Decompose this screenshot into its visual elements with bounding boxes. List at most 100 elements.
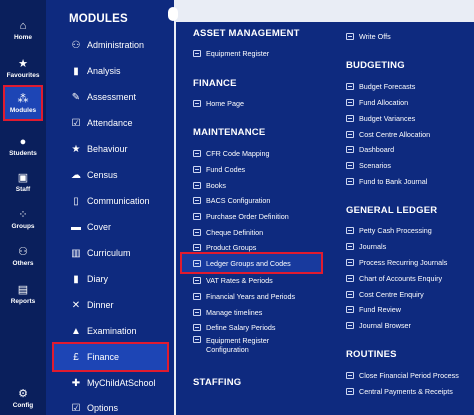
modules-panel: MODULES ⚇ Administration ▮ Analysis ✎ As… bbox=[46, 0, 174, 415]
menu-item-icon bbox=[346, 32, 354, 40]
link-central-payments-receipts[interactable]: Central Payments & Receipts bbox=[346, 385, 453, 397]
link-fund-to-bank-journal[interactable]: Fund to Bank Journal bbox=[346, 175, 427, 187]
link-budget-variances[interactable]: Budget Variances bbox=[346, 112, 415, 124]
menu-item-icon bbox=[193, 228, 201, 236]
menu-item-icon bbox=[346, 290, 354, 298]
link-dashboard[interactable]: Dashboard bbox=[346, 143, 394, 155]
link-label: Product Groups bbox=[206, 242, 257, 252]
rail-others[interactable]: ⚇ Others bbox=[0, 238, 46, 274]
rail-config[interactable]: ⚙ Config bbox=[0, 380, 46, 415]
link-fund-review[interactable]: Fund Review bbox=[346, 303, 401, 315]
link-manage-timelines[interactable]: Manage timelines bbox=[193, 306, 262, 318]
link-close-financial-period-process[interactable]: Close Financial Period Process bbox=[346, 369, 459, 381]
link-financial-years-periods[interactable]: Financial Years and Periods bbox=[193, 290, 295, 302]
module-attendance[interactable]: ☑ Attendance bbox=[68, 114, 133, 132]
groups-icon: ⁘ bbox=[18, 208, 28, 221]
link-label: Manage timelines bbox=[206, 307, 263, 317]
module-label: Finance bbox=[87, 352, 120, 362]
link-label: Equipment Register Configuration bbox=[206, 336, 270, 354]
module-analysis[interactable]: ▮ Analysis bbox=[68, 62, 121, 80]
panel-resize-handle[interactable] bbox=[168, 7, 178, 21]
link-label: Dashboard bbox=[359, 144, 395, 154]
rail-favourites[interactable]: ★ Favourites bbox=[0, 50, 46, 86]
home-icon: ⌂ bbox=[19, 19, 27, 32]
module-behaviour[interactable]: ★ Behaviour bbox=[68, 140, 128, 158]
link-budget-forecasts[interactable]: Budget Forecasts bbox=[346, 80, 415, 92]
section-staffing: STAFFING bbox=[193, 377, 242, 388]
link-label: Scenarios bbox=[359, 160, 391, 170]
module-curriculum[interactable]: ▥ Curriculum bbox=[68, 244, 130, 262]
star-icon: ★ bbox=[71, 143, 81, 155]
rail-label: Favourites bbox=[6, 71, 40, 79]
rail-students[interactable]: ● Students bbox=[0, 128, 46, 164]
link-chart-of-accounts-enquiry[interactable]: Chart of Accounts Enquiry bbox=[346, 272, 442, 284]
pen-icon: ✎ bbox=[71, 91, 81, 103]
link-scenarios[interactable]: Scenarios bbox=[346, 159, 391, 171]
rail-staff[interactable]: ▣ Staff bbox=[0, 164, 46, 200]
rail-modules[interactable]: ⁂ Modules bbox=[3, 85, 43, 121]
module-label: MyChildAtSchool bbox=[87, 378, 156, 388]
link-books[interactable]: Books bbox=[193, 179, 226, 191]
options-icon: ☑ bbox=[71, 402, 81, 414]
menu-item-icon bbox=[193, 181, 201, 189]
link-cost-centre-allocation[interactable]: Cost Centre Allocation bbox=[346, 128, 430, 140]
module-census[interactable]: ☁ Census bbox=[68, 166, 118, 184]
menu-item-icon bbox=[346, 242, 354, 250]
link-label: Fund Allocation bbox=[359, 97, 409, 107]
module-communication[interactable]: ▯ Communication bbox=[68, 192, 149, 210]
link-define-salary-periods[interactable]: Define Salary Periods bbox=[193, 321, 276, 333]
link-home-page[interactable]: Home Page bbox=[193, 97, 244, 109]
module-cover[interactable]: ▬ Cover bbox=[68, 218, 111, 236]
rail-label: Home bbox=[13, 33, 33, 41]
link-write-offs[interactable]: Write Offs bbox=[346, 30, 391, 42]
link-ledger-groups-and-codes[interactable]: Ledger Groups and Codes bbox=[180, 252, 323, 274]
menu-item-icon bbox=[346, 387, 354, 395]
menu-item-icon bbox=[193, 212, 201, 220]
link-journal-browser[interactable]: Journal Browser bbox=[346, 319, 411, 331]
module-dinner[interactable]: ✕ Dinner bbox=[68, 296, 114, 314]
link-product-groups[interactable]: Product Groups bbox=[193, 241, 256, 253]
module-examination[interactable]: ▲ Examination bbox=[68, 322, 136, 340]
rail-label: Config bbox=[12, 401, 34, 409]
menu-item-icon bbox=[346, 226, 354, 234]
module-assessment[interactable]: ✎ Assessment bbox=[68, 88, 136, 106]
link-fund-codes[interactable]: Fund Codes bbox=[193, 163, 245, 175]
section-routines: ROUTINES bbox=[346, 349, 397, 360]
rail-groups[interactable]: ⁘ Groups bbox=[0, 201, 46, 237]
link-fund-allocation[interactable]: Fund Allocation bbox=[346, 96, 408, 108]
menu-item-icon bbox=[193, 292, 201, 300]
module-administration[interactable]: ⚇ Administration bbox=[68, 36, 145, 54]
link-cost-centre-enquiry[interactable]: Cost Centre Enquiry bbox=[346, 288, 424, 300]
rail-home[interactable]: ⌂ Home bbox=[0, 12, 46, 48]
link-bacs-configuration[interactable]: BACS Configuration bbox=[193, 194, 270, 206]
link-cheque-definition[interactable]: Cheque Definition bbox=[193, 226, 263, 238]
link-label: CFR Code Mapping bbox=[206, 148, 270, 158]
module-label: Administration bbox=[87, 40, 145, 50]
link-journals[interactable]: Journals bbox=[346, 240, 386, 252]
link-petty-cash-processing[interactable]: Petty Cash Processing bbox=[346, 224, 432, 236]
link-purchase-order-definition[interactable]: Purchase Order Definition bbox=[193, 210, 289, 222]
link-cfr-code-mapping[interactable]: CFR Code Mapping bbox=[193, 147, 270, 159]
link-label: Chart of Accounts Enquiry bbox=[359, 273, 443, 283]
module-options[interactable]: ☑ Options bbox=[68, 399, 119, 415]
menu-item-icon bbox=[193, 49, 201, 57]
link-equipment-register[interactable]: Equipment Register bbox=[193, 47, 269, 59]
module-label: Analysis bbox=[87, 66, 121, 76]
menu-item-icon bbox=[346, 305, 354, 313]
module-diary[interactable]: ▮ Diary bbox=[68, 270, 108, 288]
link-equipment-register-configuration[interactable]: Equipment Register Configuration bbox=[193, 336, 291, 358]
menu-item-icon bbox=[346, 82, 354, 90]
module-label: Attendance bbox=[87, 118, 133, 128]
module-mychildatschool[interactable]: ✚ MyChildAtSchool bbox=[68, 374, 156, 392]
module-finance[interactable]: £ Finance bbox=[52, 342, 169, 372]
link-vat-rates-periods[interactable]: VAT Rates & Periods bbox=[193, 274, 273, 286]
menu-item-icon bbox=[346, 145, 354, 153]
link-label: Write Offs bbox=[359, 31, 391, 41]
rail-label: Others bbox=[12, 259, 34, 267]
rail-label: Students bbox=[9, 149, 37, 157]
link-label: Journals bbox=[359, 241, 387, 251]
link-process-recurring-journals[interactable]: Process Recurring Journals bbox=[346, 256, 447, 268]
rail-reports[interactable]: ▤ Reports bbox=[0, 276, 46, 312]
link-label: Books bbox=[206, 180, 226, 190]
link-label: BACS Configuration bbox=[206, 195, 271, 205]
